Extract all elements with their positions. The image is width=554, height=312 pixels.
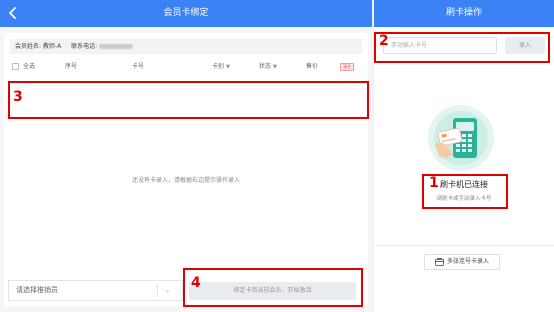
annotation-box-3 bbox=[8, 81, 369, 119]
left-header: 会员卡绑定 bbox=[0, 0, 372, 27]
member-name-label: 会员姓名: bbox=[15, 43, 42, 50]
member-card-binding-panel: 会员卡绑定 会员姓名: 教师-A 联系电话: 全选 序号 卡号 卡别 ▼ 状态 ▼ … bbox=[0, 0, 372, 312]
chevron-down-icon: ⌄ bbox=[165, 287, 171, 294]
annotation-number-3: 3 bbox=[13, 89, 23, 105]
salesperson-placeholder: 请选择推销员 bbox=[16, 286, 58, 294]
col-card-type[interactable]: 卡别 ▼ bbox=[212, 60, 230, 74]
annotation-box-4 bbox=[183, 268, 363, 307]
table-header: 全选 序号 卡号 卡别 ▼ 状态 ▼ 售价 清空 bbox=[10, 60, 362, 74]
multi-card-entry-button[interactable]: 多张连号卡录入 bbox=[424, 254, 500, 270]
card-reader-icon bbox=[428, 105, 494, 171]
col-price: 售价 bbox=[306, 63, 319, 70]
page: 会员卡绑定 会员姓名: 教师-A 联系电话: 全选 序号 卡号 卡别 ▼ 状态 ▼ … bbox=[0, 0, 554, 312]
col-card-no: 卡号 bbox=[132, 63, 145, 70]
select-all-label: 全选 bbox=[23, 63, 36, 70]
phone-label: 联系电话: bbox=[71, 43, 98, 50]
caret-down-icon: ▼ bbox=[226, 64, 230, 70]
card-stack-icon bbox=[435, 257, 444, 266]
col-card-type-label: 卡别 bbox=[212, 63, 225, 70]
right-panel-title: 刷卡操作 bbox=[374, 0, 554, 27]
back-arrow-icon[interactable] bbox=[7, 6, 19, 20]
caret-down-icon: ▼ bbox=[273, 64, 277, 70]
annotation-number-1: 1 bbox=[429, 175, 439, 191]
divider bbox=[374, 245, 554, 246]
select-all-checkbox[interactable] bbox=[12, 63, 19, 70]
member-info-bar: 会员姓名: 教师-A 联系电话: bbox=[10, 39, 362, 54]
member-name-value: 教师-A bbox=[42, 43, 62, 50]
phone-value-redacted bbox=[99, 44, 134, 49]
multi-card-entry-label: 多张连号卡录入 bbox=[446, 258, 489, 265]
annotation-number-2: 2 bbox=[379, 33, 389, 49]
binding-card: 会员姓名: 教师-A 联系电话: 全选 序号 卡号 卡别 ▼ 状态 ▼ 售价 清空 … bbox=[4, 33, 368, 306]
annotation-box-2 bbox=[374, 32, 550, 63]
select-all[interactable]: 全选 bbox=[12, 60, 35, 74]
col-index: 序号 bbox=[65, 63, 78, 70]
annotation-number-4: 4 bbox=[191, 275, 201, 291]
empty-list-message: 还没有卡录入，请根据右边提示操作录入 bbox=[131, 177, 240, 184]
col-status[interactable]: 状态 ▼ bbox=[259, 60, 277, 74]
col-status-label: 状态 bbox=[259, 63, 272, 70]
clear-button[interactable]: 清空 bbox=[340, 63, 354, 71]
left-panel-title: 会员卡绑定 bbox=[163, 8, 209, 18]
salesperson-select[interactable]: 请选择推销员 ⌄ bbox=[8, 280, 183, 301]
